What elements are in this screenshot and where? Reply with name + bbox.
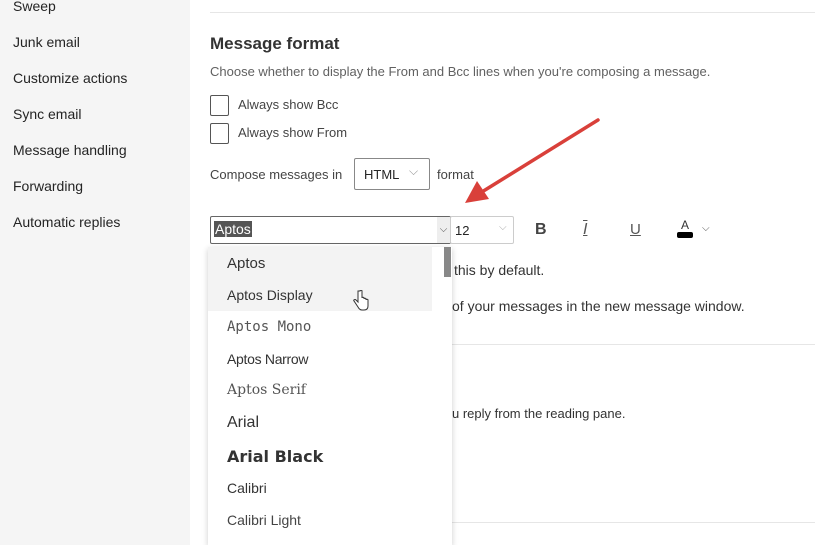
sidebar-item-message-handling[interactable]: Message handling <box>13 142 127 158</box>
font-option-aptos-serif[interactable]: Aptos Serif <box>227 382 306 398</box>
font-family-select[interactable]: Aptos ⌵ <box>210 216 451 244</box>
font-option-aptos-narrow[interactable]: Aptos Narrow <box>227 351 309 367</box>
sidebar-item-customize-actions[interactable]: Customize actions <box>13 70 127 86</box>
font-option-arial[interactable]: Arial <box>227 414 259 432</box>
font-option-arial-black[interactable]: Arial Black <box>227 447 323 466</box>
always-show-bcc-label: Always show Bcc <box>238 97 339 112</box>
font-color-swatch <box>677 232 693 238</box>
font-option-aptos-display[interactable]: Aptos Display <box>227 287 313 303</box>
body-text-3: u reply from the reading pane. <box>452 406 626 421</box>
always-show-from-label: Always show From <box>238 125 348 140</box>
compose-prefix: Compose messages in <box>210 167 343 182</box>
font-color-letter: A <box>680 218 689 232</box>
font-color-button[interactable]: A <box>677 218 693 238</box>
chevron-down-icon: ⌵ <box>499 222 507 233</box>
body-text-1: this by default. <box>454 262 545 278</box>
scrollbar-thumb[interactable] <box>444 247 451 277</box>
body-text-2: of your messages in the new message wind… <box>452 298 745 314</box>
settings-sidebar: Sweep Junk email Customize actions Sync … <box>0 0 190 545</box>
font-size-value: 12 <box>455 223 470 238</box>
font-size-select[interactable]: 12 ⌵ <box>450 216 514 244</box>
italic-button[interactable]: I <box>583 221 587 239</box>
chevron-down-icon[interactable]: ⌵ <box>437 217 450 243</box>
font-dropdown-list[interactable]: Aptos Aptos Display Aptos Mono Aptos Nar… <box>208 247 452 545</box>
divider <box>210 12 815 13</box>
sidebar-item-forwarding[interactable]: Forwarding <box>13 178 83 194</box>
font-option-aptos-mono[interactable]: Aptos Mono <box>227 319 311 335</box>
sidebar-item-junk-email[interactable]: Junk email <box>13 34 80 50</box>
underline-button[interactable]: U <box>630 221 641 238</box>
chevron-down-icon[interactable]: ⌵ <box>702 223 710 234</box>
chevron-down-icon: ⌵ <box>409 164 419 178</box>
section-description: Choose whether to display the From and B… <box>210 64 711 79</box>
section-title: Message format <box>210 34 340 53</box>
font-option-calibri-light[interactable]: Calibri Light <box>227 512 301 528</box>
font-family-value: Aptos <box>214 221 252 237</box>
red-arrow-annotation <box>465 118 600 203</box>
always-show-from-checkbox[interactable] <box>210 123 229 144</box>
sidebar-item-sweep[interactable]: Sweep <box>13 0 56 14</box>
compose-format-value: HTML <box>364 167 400 182</box>
always-show-bcc-checkbox[interactable] <box>210 95 229 116</box>
hand-cursor-icon <box>353 290 369 311</box>
sidebar-item-sync-email[interactable]: Sync email <box>13 106 81 122</box>
sidebar-item-automatic-replies[interactable]: Automatic replies <box>13 214 120 230</box>
font-option-aptos[interactable]: Aptos <box>227 255 265 272</box>
font-option-calibri[interactable]: Calibri <box>227 480 267 496</box>
compose-format-select[interactable]: HTML ⌵ <box>354 158 430 190</box>
bold-button[interactable]: B <box>535 221 547 239</box>
